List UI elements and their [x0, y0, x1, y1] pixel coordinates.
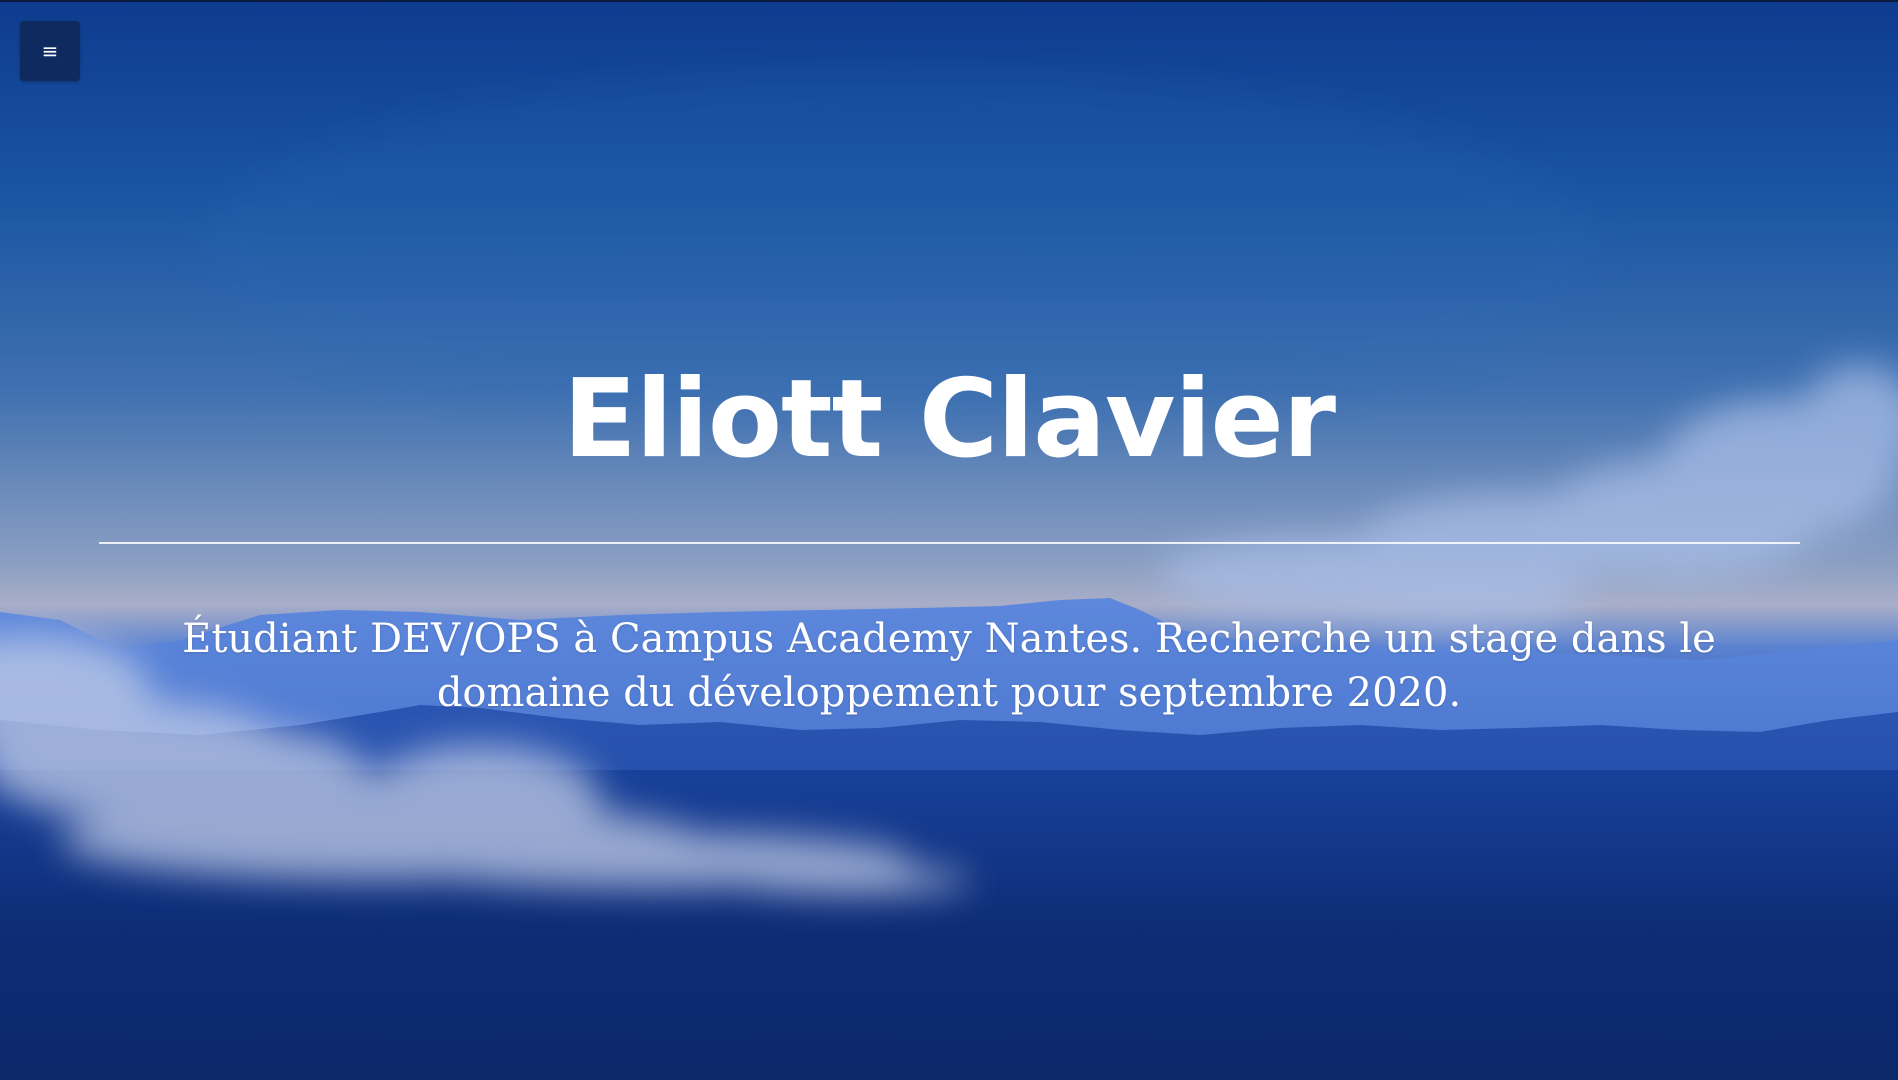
hamburger-menu-icon: ≡ — [41, 39, 59, 63]
title-divider — [99, 542, 1800, 544]
menu-button[interactable]: ≡ — [20, 21, 80, 81]
hero-section: ≡ Eliott Clavier Étudiant DEV/OPS à Camp… — [0, 0, 1898, 1080]
top-border — [0, 0, 1898, 2]
page-title: Eliott Clavier — [563, 357, 1336, 482]
hero-subtitle: Étudiant DEV/OPS à Campus Academy Nantes… — [182, 616, 1716, 716]
hero-background-illustration — [0, 70, 1898, 1080]
